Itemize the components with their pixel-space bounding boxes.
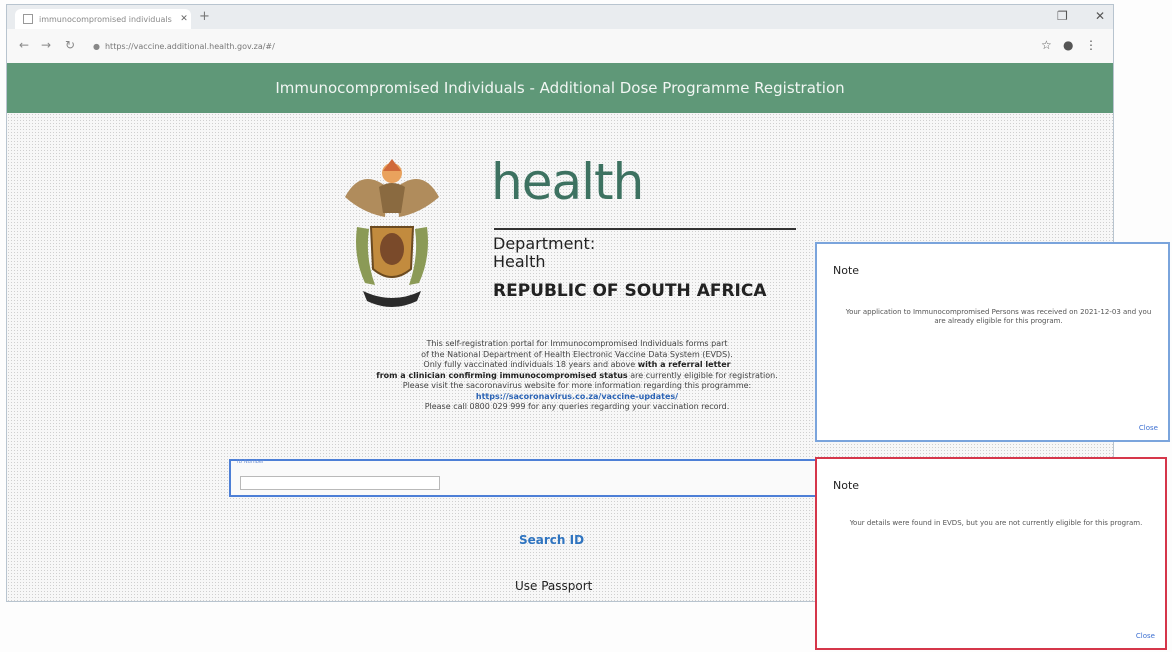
address-bar: ← → ↻ ● https://vaccine.additional.healt… bbox=[7, 29, 1113, 64]
description-text: are currently eligible for registration. bbox=[627, 370, 778, 380]
use-passport-button[interactable]: Use Passport bbox=[515, 579, 592, 593]
tab-bar: immunocompromised individuals ✕ + ❐ ✕ bbox=[7, 5, 1113, 29]
id-number-label: ID Number bbox=[237, 459, 264, 465]
description-emphasis: from a clinician confirming immunocompro… bbox=[376, 370, 628, 380]
dialog-close-button[interactable]: Close bbox=[1136, 632, 1155, 640]
favicon-icon bbox=[23, 14, 33, 24]
profile-icon[interactable]: ● bbox=[1063, 38, 1073, 52]
description-line: This self-registration portal for Immuno… bbox=[426, 339, 728, 348]
forward-icon[interactable]: → bbox=[41, 38, 51, 52]
description-text: Only fully vaccinated individuals 18 yea… bbox=[423, 360, 638, 369]
id-number-field[interactable]: ID Number bbox=[229, 459, 849, 497]
restore-icon[interactable]: ❐ bbox=[1057, 9, 1068, 23]
search-id-button[interactable]: Search ID bbox=[519, 533, 584, 547]
department-label: Department: bbox=[493, 234, 596, 253]
description-line: Only fully vaccinated individuals 18 yea… bbox=[307, 360, 847, 371]
dialog-message: Your application to Immunocompromised Pe… bbox=[845, 308, 1152, 325]
dialog-title: Note bbox=[833, 264, 860, 277]
health-wordmark: health bbox=[491, 153, 644, 211]
portal-description: This self-registration portal for Immuno… bbox=[307, 339, 847, 413]
description-line: from a clinician confirming immunocompro… bbox=[307, 371, 847, 382]
lock-icon: ● bbox=[93, 41, 100, 51]
description-line: of the National Department of Health Ele… bbox=[421, 349, 733, 359]
reload-icon[interactable]: ↻ bbox=[65, 38, 75, 52]
description-emphasis: with a referral letter bbox=[637, 360, 731, 369]
description-line: Please visit the sacoronavirus website f… bbox=[402, 381, 752, 390]
banner-title: Immunocompromised Individuals - Addition… bbox=[275, 79, 845, 97]
sacoronavirus-link[interactable]: https://sacoronavirus.co.za/vaccine-upda… bbox=[476, 392, 678, 401]
tab-title: immunocompromised individuals bbox=[39, 14, 172, 24]
bookmark-star-icon[interactable]: ☆ bbox=[1041, 38, 1052, 52]
url-field[interactable]: ● https://vaccine.additional.health.gov.… bbox=[93, 37, 993, 55]
menu-icon[interactable]: ⋮ bbox=[1085, 38, 1097, 52]
close-window-icon[interactable]: ✕ bbox=[1095, 9, 1105, 23]
id-number-input[interactable] bbox=[240, 476, 440, 490]
note-dialog-not-eligible: Note Your details were found in EVDS, bu… bbox=[815, 457, 1167, 650]
dialog-close-button[interactable]: Close bbox=[1139, 424, 1158, 432]
country-name: REPUBLIC OF SOUTH AFRICA bbox=[493, 281, 767, 301]
department-name: Health bbox=[493, 252, 546, 271]
note-dialog-eligible: Note Your application to Immunocompromis… bbox=[815, 242, 1170, 442]
back-icon[interactable]: ← bbox=[19, 38, 29, 52]
new-tab-icon[interactable]: + bbox=[199, 9, 210, 24]
url-text: https://vaccine.additional.health.gov.za… bbox=[104, 41, 275, 51]
dialog-title: Note bbox=[833, 479, 860, 492]
close-tab-icon[interactable]: ✕ bbox=[177, 14, 191, 24]
description-line: https://sacoronavirus.co.za/vaccine-upda… bbox=[307, 392, 847, 403]
page-banner: Immunocompromised Individuals - Addition… bbox=[7, 63, 1113, 113]
browser-tab[interactable]: immunocompromised individuals ✕ bbox=[15, 9, 191, 29]
dialog-message: Your details were found in EVDS, but you… bbox=[849, 519, 1143, 527]
coat-of-arms-icon bbox=[345, 159, 439, 307]
description-line: Please call 0800 029 999 for any queries… bbox=[424, 402, 730, 411]
logo-divider bbox=[494, 228, 796, 230]
